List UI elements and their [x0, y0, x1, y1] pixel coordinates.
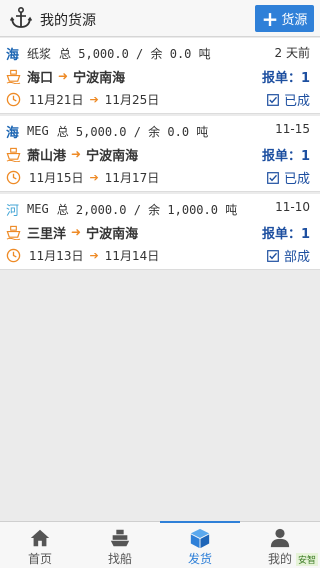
add-cargo-button[interactable]: + 货源	[255, 5, 314, 32]
ship-small-icon	[6, 225, 21, 240]
ship-icon	[110, 529, 130, 547]
origin-port: 萧山港	[27, 148, 67, 164]
date-arrow-icon: ➔	[89, 170, 99, 184]
deal-status: 已成	[267, 168, 310, 187]
anchor-icon	[9, 6, 33, 28]
cargo-summary-row: 海 MEG 总 5,000.0 / 余 0.0 吨 11-15	[6, 122, 310, 141]
date-end: 11月17日	[104, 170, 160, 185]
deal-status-label: 已成	[283, 172, 310, 187]
goods-name: MEG	[27, 202, 49, 216]
cargo-card[interactable]: 河 MEG 总 2,000.0 / 余 1,000.0 吨 11-10 三里洋 ➜ 宁波南海…	[0, 194, 320, 270]
date-row: 11月15日 ➔ 11月17日 已成	[6, 168, 310, 187]
route-arrow-icon: ➜	[71, 225, 82, 239]
date-start: 11月21日	[29, 92, 84, 107]
bid-count: 报单：1	[261, 227, 310, 242]
transport-type-badge: 海	[6, 125, 20, 141]
bid-count: 报单：1	[261, 149, 310, 164]
clock-icon	[6, 92, 21, 106]
bottom-tab-bar: 首页 找船 发货 我的 安智	[0, 521, 320, 568]
user-icon	[270, 528, 290, 548]
add-cargo-label: 货源	[281, 13, 308, 28]
tonnage-summary: 总 5,000.0 / 余 0.0 吨	[56, 124, 209, 139]
tab-mine-label: 我的	[267, 552, 292, 566]
route-arrow-icon: ➜	[58, 69, 69, 83]
plus-icon: +	[261, 6, 279, 31]
destination-port: 宁波南海	[73, 70, 126, 86]
top-bar: 我的货源 + 货源	[0, 0, 320, 37]
deal-status: 已成	[267, 90, 310, 109]
route-arrow-icon: ➜	[71, 147, 82, 161]
date-arrow-icon: ➔	[89, 92, 99, 106]
deal-status-label: 部成	[283, 250, 310, 265]
route-row: 海口 ➜ 宁波南海 报单：1	[6, 67, 310, 86]
route-row: 三里洋 ➜ 宁波南海 报单：1	[6, 223, 310, 242]
tonnage-summary: 总 5,000.0 / 余 0.0 吨	[59, 46, 211, 61]
destination-port: 宁波南海	[86, 226, 139, 242]
origin-port: 三里洋	[27, 226, 67, 242]
page-title: 我的货源	[40, 13, 96, 29]
posted-time: 11-15	[275, 122, 310, 136]
tab-find-ship-label: 找船	[107, 552, 132, 566]
tab-ship-cargo[interactable]: 发货	[160, 521, 240, 568]
cargo-list: 海纸浆总 5,000.0 / 余 0.0 吨2 天前 海口 ➜ 宁波南海 报单：1 11月…	[0, 38, 320, 272]
tab-ship-cargo-label: 发货	[187, 552, 212, 566]
checkbox-icon	[267, 171, 279, 184]
route-row: 萧山港 ➜ 宁波南海 报单：1	[6, 145, 310, 164]
date-start: 11月15日	[29, 170, 84, 185]
package-icon	[190, 528, 210, 549]
bid-count: 报单：1	[261, 71, 310, 86]
cargo-card[interactable]: 海 MEG 总 5,000.0 / 余 0.0 吨 11-15 萧山港 ➜ 宁波南海 报单：1…	[0, 116, 320, 192]
tab-home[interactable]: 首页	[0, 522, 80, 568]
home-icon	[30, 529, 50, 547]
date-start: 11月13日	[29, 248, 84, 263]
checkbox-icon	[267, 249, 279, 262]
date-arrow-icon: ➔	[89, 248, 99, 262]
origin-port: 海口	[27, 70, 54, 86]
ship-small-icon	[6, 69, 21, 84]
goods-name: 纸浆	[27, 46, 52, 61]
date-end: 11月25日	[104, 92, 160, 107]
brand-watermark: 安智	[295, 553, 318, 566]
transport-type-badge: 海	[6, 47, 20, 63]
tab-find-ship[interactable]: 找船	[80, 522, 160, 568]
date-end: 11月14日	[104, 248, 160, 263]
transport-type-badge: 河	[6, 203, 20, 219]
ship-small-icon	[6, 147, 21, 162]
tonnage-summary: 总 2,000.0 / 余 1,000.0 吨	[56, 202, 238, 217]
checkbox-icon	[267, 93, 279, 106]
deal-status: 部成	[267, 246, 310, 265]
destination-port: 宁波南海	[86, 148, 139, 164]
clock-icon	[6, 170, 21, 184]
cargo-summary-row: 河 MEG 总 2,000.0 / 余 1,000.0 吨 11-10	[6, 200, 310, 219]
deal-status-label: 已成	[283, 94, 310, 109]
cargo-card[interactable]: 海纸浆总 5,000.0 / 余 0.0 吨 2 天前海口 ➜ 宁波南海 报单：1 11月…	[0, 38, 320, 114]
date-row: 11月21日 ➔ 11月25日 已成	[6, 90, 310, 109]
clock-icon	[6, 248, 21, 262]
date-row: 11月13日 ➔ 11月14日 部成	[6, 246, 310, 265]
posted-time: 11-10	[275, 200, 310, 214]
goods-name: MEG	[27, 124, 49, 138]
tab-home-label: 首页	[27, 552, 52, 566]
cargo-summary-row: 海纸浆总 5,000.0 / 余 0.0 吨 2 天前	[6, 44, 310, 63]
posted-time: 2 天前	[274, 46, 310, 60]
